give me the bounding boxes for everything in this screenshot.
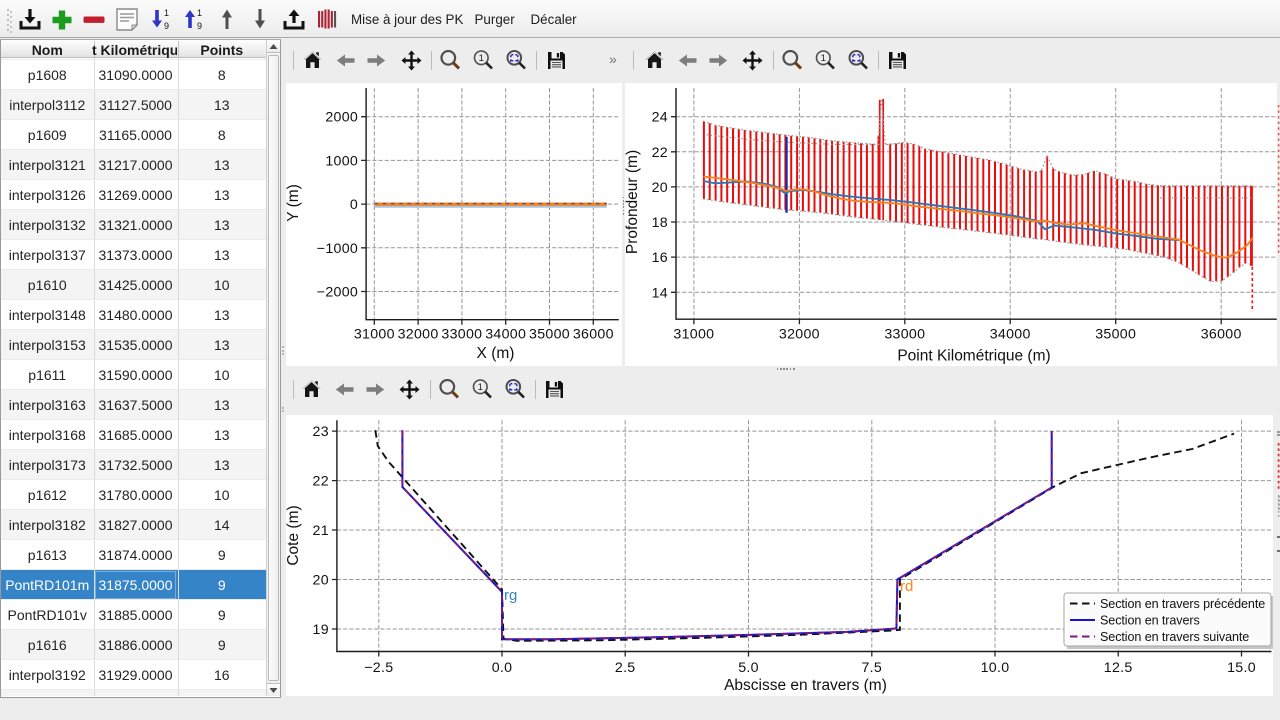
svg-text:2000: 2000 [325, 110, 358, 126]
svg-text:34000: 34000 [485, 327, 526, 343]
svg-text:Section en travers: Section en travers [1100, 613, 1200, 627]
svg-text:9: 9 [197, 21, 202, 30]
svg-text:1: 1 [164, 9, 169, 18]
svg-text:−2000: −2000 [316, 285, 357, 301]
svg-text:1: 1 [820, 53, 825, 64]
svg-text:Section en travers précédente: Section en travers précédente [1100, 597, 1265, 611]
svg-text:32000: 32000 [779, 327, 820, 343]
svg-text:Cote (m): Cote (m) [286, 505, 302, 565]
svg-text:0.0: 0.0 [491, 660, 512, 676]
svg-text:36000: 36000 [1201, 327, 1242, 343]
svg-text:22: 22 [652, 145, 668, 161]
svg-text:33000: 33000 [441, 327, 482, 343]
svg-text:35000: 35000 [1095, 327, 1136, 343]
svg-text:9: 9 [164, 21, 169, 30]
svg-text:31000: 31000 [353, 327, 394, 343]
svg-text:1: 1 [197, 9, 202, 18]
svg-text:18: 18 [652, 215, 668, 231]
svg-text:24: 24 [652, 110, 668, 126]
svg-text:23: 23 [312, 424, 328, 440]
svg-text:Profondeur (m): Profondeur (m) [625, 150, 641, 254]
svg-text:Section en travers suivante: Section en travers suivante [1100, 630, 1249, 644]
svg-text:35000: 35000 [529, 327, 570, 343]
svg-text:Point Kilométrique (m): Point Kilométrique (m) [897, 348, 1050, 365]
svg-text:22: 22 [312, 473, 328, 489]
svg-text:−1000: −1000 [316, 241, 357, 257]
svg-text:20: 20 [652, 180, 668, 196]
svg-text:1000: 1000 [325, 153, 358, 169]
svg-text:5.0: 5.0 [738, 660, 759, 676]
svg-text:21: 21 [312, 523, 328, 539]
svg-text:7.5: 7.5 [861, 660, 882, 676]
svg-text:10.0: 10.0 [980, 660, 1009, 676]
svg-text:Abscisse en travers (m): Abscisse en travers (m) [724, 677, 887, 694]
svg-text:1: 1 [477, 382, 482, 393]
svg-text:31000: 31000 [673, 327, 714, 343]
svg-text:15.0: 15.0 [1227, 660, 1256, 676]
svg-text:20: 20 [312, 572, 328, 588]
svg-text:rg: rg [504, 587, 517, 604]
svg-text:14: 14 [652, 285, 668, 301]
svg-text:33000: 33000 [884, 327, 925, 343]
svg-text:34000: 34000 [990, 327, 1031, 343]
svg-text:2.5: 2.5 [614, 660, 635, 676]
svg-text:−2.5: −2.5 [364, 660, 393, 676]
svg-text:rd: rd [900, 578, 913, 595]
svg-text:Y (m): Y (m) [286, 184, 302, 222]
svg-text:0: 0 [349, 197, 357, 213]
svg-text:X (m): X (m) [476, 345, 514, 362]
svg-text:16: 16 [652, 250, 668, 266]
svg-text:32000: 32000 [397, 327, 438, 343]
svg-text:36000: 36000 [572, 327, 613, 343]
svg-text:1: 1 [479, 53, 484, 64]
svg-text:12.5: 12.5 [1103, 660, 1132, 676]
svg-text:19: 19 [312, 622, 328, 638]
